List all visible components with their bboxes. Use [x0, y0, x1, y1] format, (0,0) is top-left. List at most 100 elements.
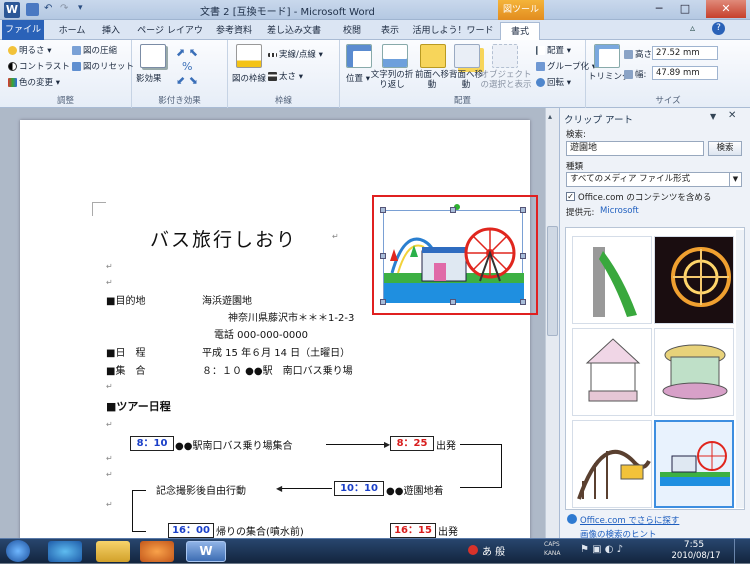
- tab-format[interactable]: 書式: [500, 22, 540, 40]
- time-box-2[interactable]: 8：25: [390, 436, 434, 451]
- send-back-icon[interactable]: [454, 44, 480, 68]
- ime-icon[interactable]: [468, 545, 478, 555]
- shadow-toggle-icon[interactable]: %: [182, 60, 192, 73]
- resize-handle[interactable]: [380, 253, 386, 259]
- tab-review[interactable]: 校閲: [336, 22, 368, 40]
- type-label: 種類: [566, 162, 584, 172]
- clip-slide[interactable]: [572, 236, 652, 324]
- clip-amusement-park-selected[interactable]: [654, 420, 734, 508]
- bring-front-button[interactable]: 前面へ移動: [414, 70, 450, 90]
- ribbon-collapse-icon[interactable]: ▵: [690, 23, 695, 34]
- resize-handle[interactable]: [380, 299, 386, 305]
- compress-pictures-button[interactable]: 図の圧縮: [72, 44, 117, 56]
- resize-handle[interactable]: [520, 253, 526, 259]
- resize-handle[interactable]: [450, 207, 456, 213]
- pane-menu-icon[interactable]: ▼: [710, 112, 716, 121]
- schedule-text-5: 帰りの集合(噴水前): [216, 527, 304, 538]
- word-taskbar-icon[interactable]: W: [186, 541, 226, 562]
- tab-home[interactable]: ホーム: [54, 22, 90, 40]
- ferris-photo-icon: [671, 247, 731, 307]
- tab-insert[interactable]: 挿入: [96, 22, 126, 40]
- tab-references[interactable]: 参考資料: [210, 22, 258, 40]
- close-button[interactable]: ✕: [706, 0, 746, 18]
- clip-carousel[interactable]: [572, 328, 652, 416]
- pane-close-icon[interactable]: ✕: [728, 110, 736, 121]
- group-size-label: サイズ: [655, 96, 681, 106]
- bring-front-icon[interactable]: [420, 44, 446, 68]
- tab-page-layout[interactable]: ページ レイアウト: [134, 22, 206, 54]
- show-desktop-button[interactable]: [734, 539, 750, 564]
- media-type-select[interactable]: すべてのメディア ファイル形式: [566, 172, 742, 187]
- ruler-toggle-icon[interactable]: ▴: [548, 112, 552, 121]
- office-content-checkbox[interactable]: ✓: [566, 192, 575, 201]
- tray-icons[interactable]: ⚑ ▣ ◐ ♪: [580, 544, 623, 555]
- resize-handle[interactable]: [450, 299, 456, 305]
- redo-icon[interactable]: ↷: [60, 3, 68, 14]
- media-player-icon[interactable]: [140, 541, 174, 562]
- selection-pane-button[interactable]: オブジェクトの選択と表示: [480, 70, 532, 90]
- clock-time[interactable]: 7:55: [674, 540, 714, 550]
- explorer-icon[interactable]: [96, 541, 130, 562]
- time-box-1[interactable]: 8：10: [130, 436, 174, 451]
- resize-handle[interactable]: [380, 207, 386, 213]
- contrast-button[interactable]: コントラスト ▾: [8, 60, 77, 72]
- resize-handle[interactable]: [520, 207, 526, 213]
- more-on-office-link[interactable]: Office.com でさらに探す: [580, 514, 679, 526]
- shadow-effects-icon[interactable]: [140, 44, 166, 68]
- position-button[interactable]: 位置 ▾: [346, 72, 370, 84]
- maximize-button[interactable]: □: [672, 0, 698, 18]
- vertical-scrollbar[interactable]: ▴: [545, 108, 559, 538]
- time-box-5[interactable]: 16：00: [168, 523, 214, 538]
- dash-style-button[interactable]: 実線/点線 ▾: [268, 48, 323, 60]
- height-icon: [624, 50, 633, 59]
- time-box-4[interactable]: 10：10: [334, 481, 384, 496]
- save-icon[interactable]: [26, 3, 39, 16]
- results-scrollbar[interactable]: [736, 230, 744, 508]
- align-icon: [536, 46, 545, 55]
- tab-mailings[interactable]: 差し込み文書: [262, 22, 326, 40]
- customize-qat-icon[interactable]: ▾: [78, 3, 83, 13]
- recolor-button[interactable]: 色の変更 ▾: [8, 76, 60, 88]
- clip-search-input[interactable]: 遊園地: [566, 141, 704, 156]
- clip-merry-go-round[interactable]: [654, 328, 734, 416]
- source-link[interactable]: Microsoft: [600, 206, 639, 216]
- resize-handle[interactable]: [520, 299, 526, 305]
- tab-view[interactable]: 表示: [374, 22, 406, 40]
- clip-ferris-photo[interactable]: [654, 236, 734, 324]
- reset-picture-button[interactable]: 図のリセット: [72, 60, 134, 72]
- undo-icon[interactable]: ↶: [44, 3, 52, 14]
- tab-katsuyo-word[interactable]: 活用しよう！ワード: [412, 22, 494, 40]
- ime-mode[interactable]: あ 般: [482, 543, 505, 558]
- clip-search-button[interactable]: 検索: [708, 141, 742, 156]
- amusement-park-picture[interactable]: [383, 210, 524, 303]
- wrap-text-button[interactable]: 文字列の折り返し: [370, 70, 414, 90]
- chevron-down-icon[interactable]: ▼: [729, 173, 741, 186]
- shadow-effects-label[interactable]: 影効果: [136, 72, 162, 84]
- time-box-6[interactable]: 16：15: [390, 523, 436, 538]
- rotate-button[interactable]: 回転 ▾: [536, 76, 571, 88]
- start-orb-icon[interactable]: [6, 540, 30, 562]
- word-app-icon[interactable]: W: [4, 2, 20, 18]
- minimize-button[interactable]: ─: [646, 0, 672, 18]
- scroll-thumb[interactable]: [547, 226, 558, 336]
- clip-roller-coaster[interactable]: [572, 420, 652, 508]
- position-icon[interactable]: [346, 44, 372, 68]
- clock-date[interactable]: 2010/08/17: [668, 551, 724, 561]
- send-back-button[interactable]: 背面へ移動: [448, 70, 484, 90]
- picture-border-icon[interactable]: [236, 44, 262, 68]
- wrap-text-icon[interactable]: [382, 44, 408, 68]
- ie-icon[interactable]: [48, 541, 82, 562]
- help-icon[interactable]: ?: [712, 22, 725, 35]
- nudge-shadow-down-icon[interactable]: ⬋ ⬊: [176, 74, 198, 87]
- line-weight-button[interactable]: 太さ ▾: [268, 70, 303, 82]
- height-spinner[interactable]: 27.52 mm: [652, 46, 718, 60]
- tab-file[interactable]: ファイル: [2, 20, 44, 40]
- align-button[interactable]: 配置 ▾: [536, 44, 571, 56]
- width-spinner[interactable]: 47.89 mm: [652, 66, 718, 80]
- crop-icon[interactable]: [594, 44, 620, 68]
- selection-pane-icon[interactable]: [492, 44, 518, 68]
- brightness-button[interactable]: 明るさ ▾: [8, 44, 51, 56]
- picture-border-button[interactable]: 図の枠線 ▾: [232, 72, 273, 84]
- nudge-shadow-icon[interactable]: ⬈ ⬉: [176, 46, 198, 59]
- document-page[interactable]: バス旅行しおり ↵ ↵ ↵ ■目的地 海浜遊園地 神奈川県藤沢市＊＊＊1-2-3…: [20, 120, 538, 540]
